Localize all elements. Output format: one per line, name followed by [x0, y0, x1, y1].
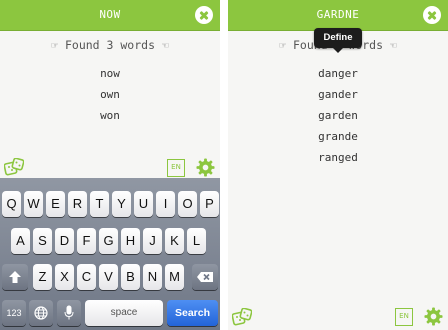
globe-icon — [34, 306, 48, 320]
define-tooltip[interactable]: Define — [314, 28, 362, 53]
dice-icon[interactable] — [4, 158, 24, 176]
backspace-key[interactable] — [192, 264, 218, 290]
key-f[interactable]: F — [77, 228, 96, 254]
search-key[interactable]: Search — [167, 300, 218, 326]
key-e[interactable]: E — [46, 191, 65, 217]
key-r[interactable]: R — [68, 191, 87, 217]
word-title: NOW — [99, 8, 121, 21]
word-item[interactable]: won — [0, 105, 220, 126]
language-button[interactable]: EN — [167, 159, 185, 177]
key-x[interactable]: X — [55, 264, 74, 290]
microphone-icon — [64, 305, 74, 320]
word-item[interactable]: ranged — [228, 147, 448, 168]
key-u[interactable]: U — [134, 191, 153, 217]
word-item[interactable]: grande — [228, 126, 448, 147]
word-item[interactable]: gander — [228, 84, 448, 105]
numbers-key[interactable]: 123 — [2, 300, 26, 326]
word-list: danger gander garden grande ranged — [228, 63, 448, 168]
shift-icon — [9, 271, 21, 283]
found-count-text: Found 3 words — [64, 38, 155, 52]
key-q[interactable]: Q — [2, 191, 21, 217]
key-o[interactable]: O — [178, 191, 197, 217]
gear-icon[interactable] — [196, 158, 215, 177]
title-bar: NOW — [0, 0, 220, 31]
microphone-key[interactable] — [57, 300, 81, 326]
key-a[interactable]: A — [11, 228, 30, 254]
key-z[interactable]: Z — [33, 264, 52, 290]
word-list: now own won — [0, 63, 220, 126]
key-b[interactable]: B — [121, 264, 140, 290]
key-w[interactable]: W — [24, 191, 43, 217]
right-screen: GARDNE ☞ Found 5 words ☜ Define danger g… — [228, 0, 448, 330]
space-key[interactable]: space — [85, 300, 163, 326]
word-item[interactable]: danger — [228, 63, 448, 84]
gear-icon[interactable] — [424, 307, 443, 326]
close-icon[interactable] — [423, 6, 441, 24]
key-l[interactable]: L — [187, 228, 206, 254]
key-g[interactable]: G — [99, 228, 118, 254]
pointing-hand-left-icon: ☜ — [161, 39, 169, 52]
left-screen: NOW ☞ Found 3 words ☜ now own won EN Q W — [0, 0, 220, 330]
close-icon[interactable] — [195, 6, 213, 24]
word-item[interactable]: own — [0, 84, 220, 105]
key-s[interactable]: S — [33, 228, 52, 254]
onscreen-keyboard: Q W E R T Y U I O P A S D F G H J K L Z … — [0, 178, 220, 330]
shift-key[interactable] — [2, 264, 28, 290]
key-m[interactable]: M — [165, 264, 184, 290]
key-n[interactable]: N — [143, 264, 162, 290]
key-h[interactable]: H — [121, 228, 140, 254]
key-t[interactable]: T — [90, 191, 109, 217]
key-i[interactable]: I — [156, 191, 175, 217]
key-p[interactable]: P — [200, 191, 219, 217]
title-bar: GARDNE — [228, 0, 448, 31]
screen-divider — [220, 0, 228, 330]
word-item[interactable]: garden — [228, 105, 448, 126]
key-j[interactable]: J — [143, 228, 162, 254]
globe-key[interactable] — [29, 300, 53, 326]
pointing-hand-right-icon: ☞ — [279, 39, 287, 52]
found-words-label: ☞ Found 3 words ☜ — [0, 38, 220, 52]
key-v[interactable]: V — [99, 264, 118, 290]
key-k[interactable]: K — [165, 228, 184, 254]
dice-icon[interactable] — [232, 308, 252, 326]
pointing-hand-left-icon: ☜ — [389, 39, 397, 52]
key-c[interactable]: C — [77, 264, 96, 290]
language-button[interactable]: EN — [395, 308, 413, 326]
word-item[interactable]: now — [0, 63, 220, 84]
key-d[interactable]: D — [55, 228, 74, 254]
pointing-hand-right-icon: ☞ — [51, 39, 59, 52]
word-title: GARDNE — [316, 8, 360, 21]
backspace-icon — [197, 272, 213, 282]
key-y[interactable]: Y — [112, 191, 131, 217]
